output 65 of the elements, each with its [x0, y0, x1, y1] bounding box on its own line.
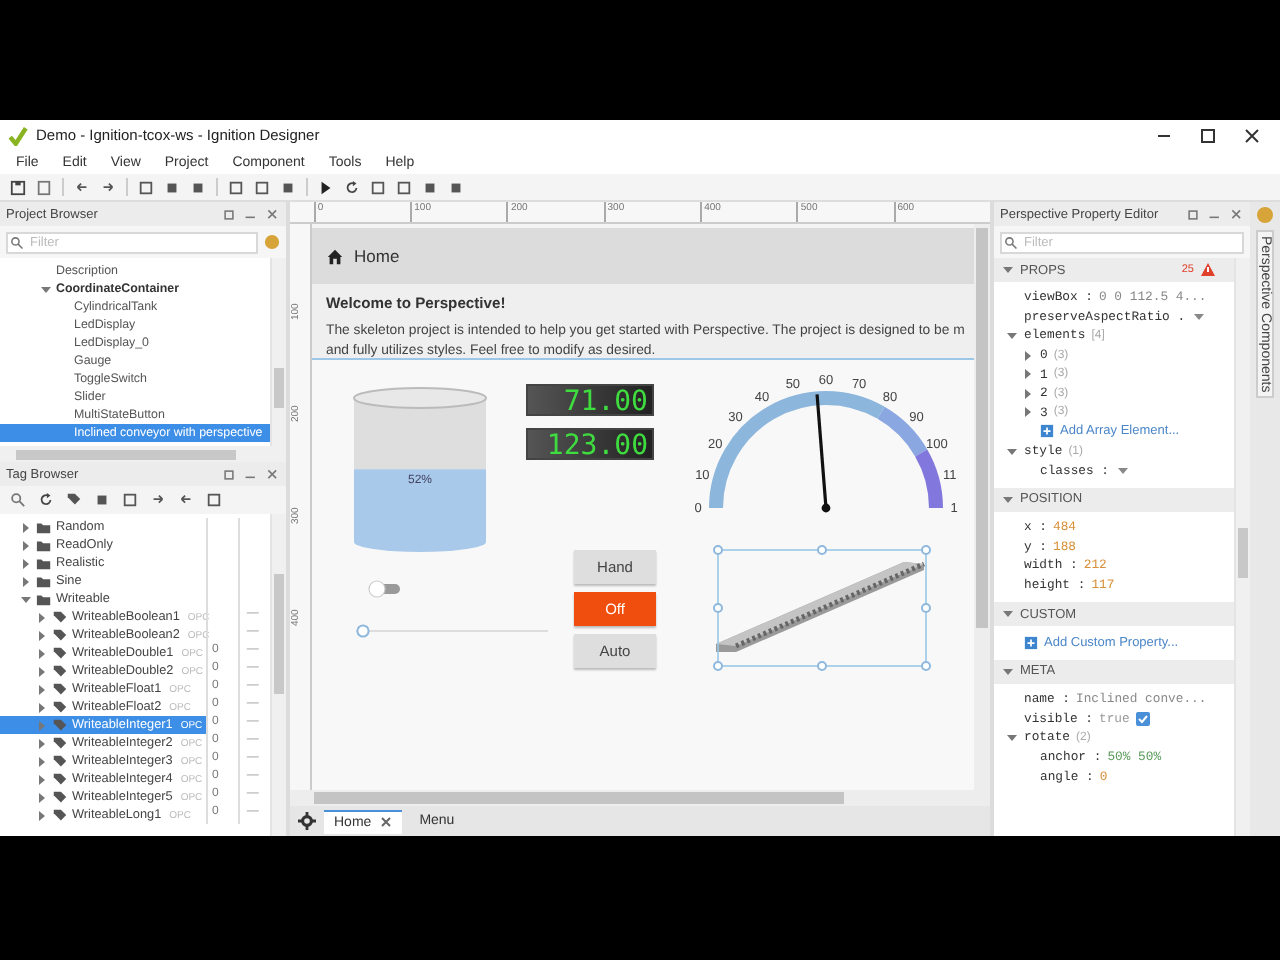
tank-drawing	[353, 387, 487, 470]
warning-icon	[1200, 262, 1216, 278]
redo-icon[interactable]	[100, 179, 116, 195]
caret-icon[interactable]	[20, 539, 32, 551]
toggle-switch[interactable]	[368, 580, 402, 598]
caret-icon[interactable]	[1002, 264, 1014, 276]
dropdown-caret-icon[interactable]	[1115, 463, 1130, 478]
caret-icon[interactable]	[36, 611, 48, 623]
scrollbar[interactable]	[1234, 258, 1250, 836]
scrollbar[interactable]	[0, 446, 286, 462]
play-icon[interactable]	[318, 179, 334, 195]
caret-icon[interactable]	[1022, 387, 1034, 400]
caret-icon[interactable]	[1006, 731, 1018, 744]
caret-icon[interactable]	[36, 665, 48, 677]
caret-icon[interactable]	[36, 791, 48, 803]
caret-icon[interactable]	[36, 629, 48, 641]
search-icon[interactable]	[10, 492, 26, 508]
logo-icon	[8, 125, 28, 145]
undo-icon[interactable]	[74, 179, 90, 195]
add-tag-icon[interactable]	[66, 492, 82, 508]
checkbox[interactable]	[1135, 711, 1150, 726]
caret-icon[interactable]	[20, 521, 32, 533]
caret-icon[interactable]	[36, 683, 48, 695]
caret-icon[interactable]	[20, 557, 32, 569]
dropdown-caret-icon[interactable]	[1191, 309, 1206, 324]
restore-icon[interactable]	[222, 467, 236, 481]
caret-icon[interactable]	[20, 593, 32, 605]
caret-icon[interactable]	[1006, 329, 1018, 342]
restore-icon[interactable]	[1186, 207, 1200, 221]
led-display: 123.00	[526, 428, 654, 460]
selection-box[interactable]	[713, 545, 931, 671]
caret-icon[interactable]	[20, 575, 32, 587]
open-folder-icon	[36, 591, 52, 607]
maximize-icon[interactable]	[1200, 127, 1216, 143]
refresh-icon[interactable]	[344, 179, 360, 195]
scrollbar[interactable]	[270, 258, 286, 446]
save-icon[interactable]	[10, 179, 26, 195]
caret-icon[interactable]	[1022, 368, 1034, 381]
caret-icon[interactable]	[40, 283, 52, 295]
search-icon	[10, 235, 24, 249]
caret-icon[interactable]	[1002, 608, 1014, 621]
scrollbar[interactable]	[290, 790, 990, 806]
close-icon[interactable]	[379, 816, 392, 828]
caret-icon[interactable]	[1002, 493, 1014, 506]
header-title: Home	[354, 246, 400, 266]
slider-thumb[interactable]	[356, 624, 370, 638]
home-icon	[326, 247, 344, 265]
scrollbar[interactable]	[974, 224, 990, 790]
document-icon[interactable]	[36, 179, 52, 195]
add-icon[interactable]	[1024, 635, 1038, 650]
refresh-icon[interactable]	[38, 492, 54, 508]
add-icon[interactable]	[1040, 424, 1054, 439]
caret-icon[interactable]	[1002, 665, 1014, 678]
caret-icon[interactable]	[1022, 349, 1034, 362]
search-icon	[1004, 235, 1018, 249]
caret-icon[interactable]	[36, 755, 48, 767]
led-display: 71.00	[526, 384, 654, 416]
caret-icon[interactable]	[1006, 445, 1018, 458]
caret-icon[interactable]	[36, 773, 48, 785]
close-icon[interactable]	[1244, 127, 1260, 143]
caret-icon[interactable]	[1022, 406, 1034, 419]
restore-icon[interactable]	[222, 207, 236, 221]
scrollbar[interactable]	[270, 514, 286, 836]
caret-icon[interactable]	[36, 809, 48, 821]
caret-icon[interactable]	[36, 647, 48, 659]
